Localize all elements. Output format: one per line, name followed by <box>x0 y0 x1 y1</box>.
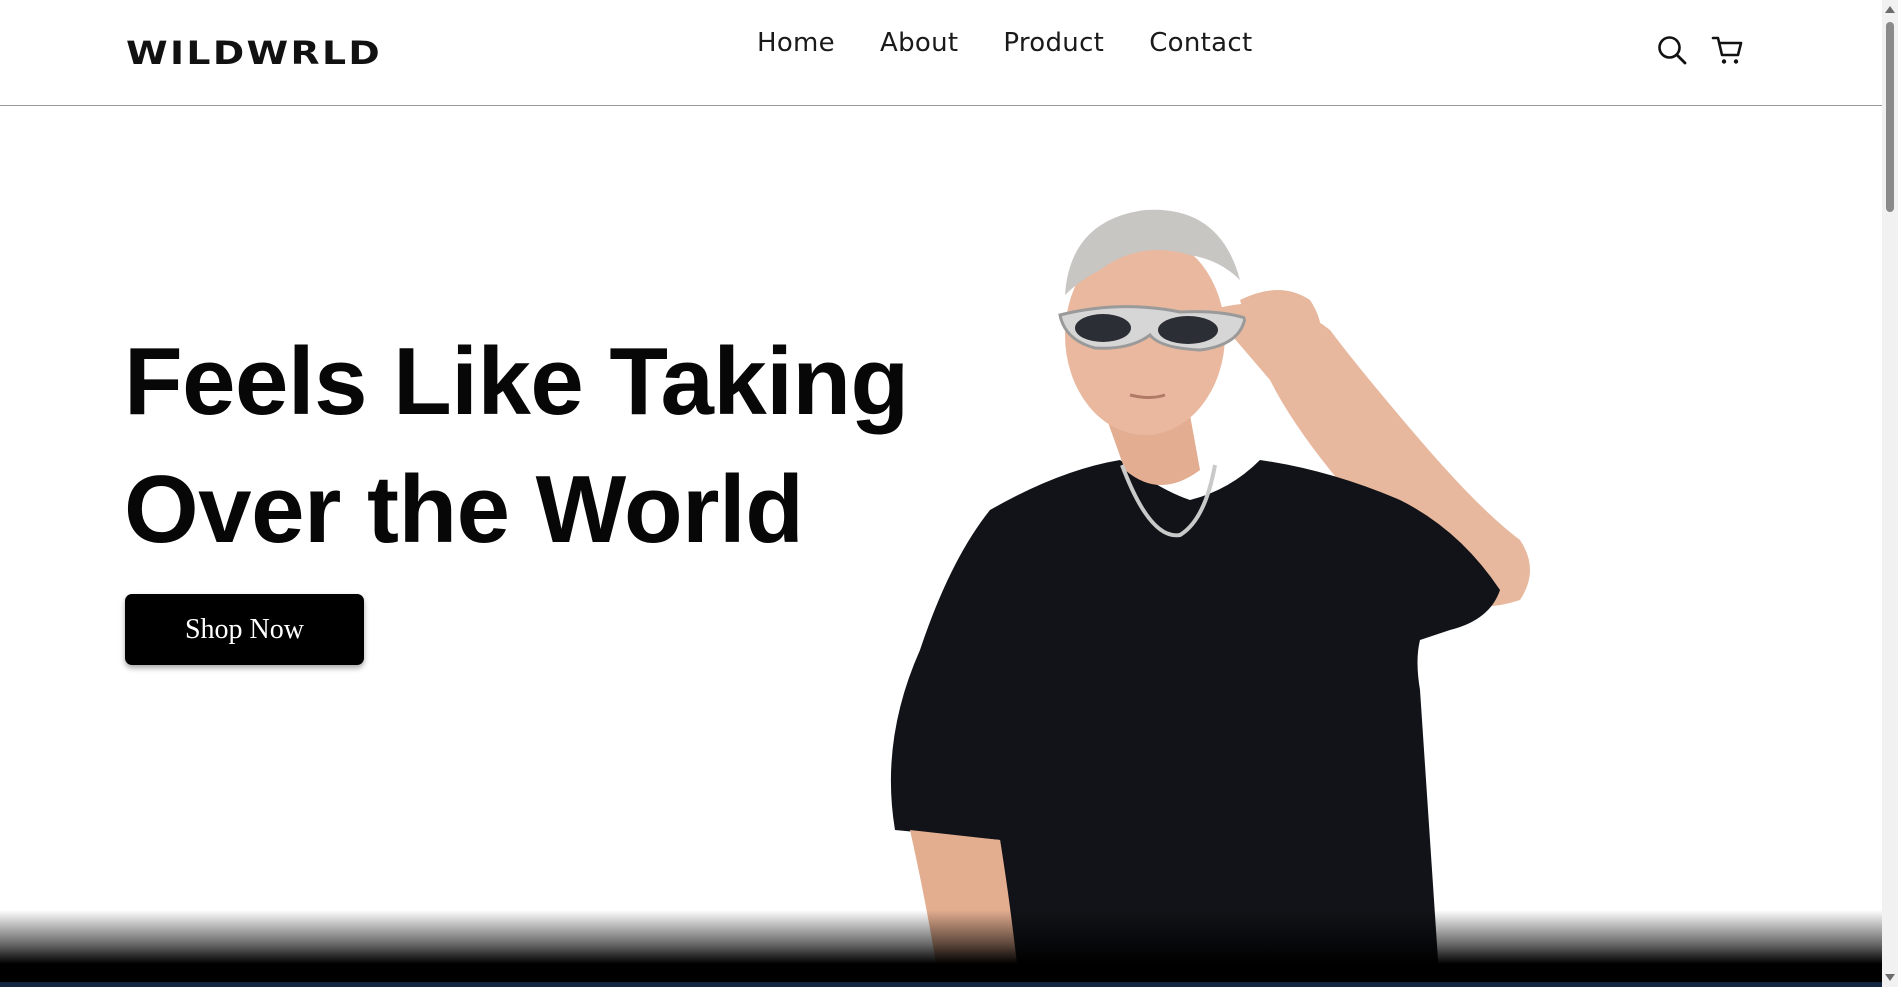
nav-item-about[interactable]: About <box>880 28 958 58</box>
hero-title-line-1: Feels Like Taking <box>124 328 909 435</box>
bottom-fade <box>0 910 1882 987</box>
scroll-up-arrow-icon[interactable] <box>1885 6 1895 13</box>
main-nav: Home About Product Contact <box>757 28 1252 58</box>
hero-title: Feels Like Taking Over the World <box>124 318 944 574</box>
search-icon <box>1658 36 1687 65</box>
nav-item-product[interactable]: Product <box>1003 28 1104 58</box>
search-button[interactable] <box>1654 32 1690 68</box>
scroll-down-arrow-icon[interactable] <box>1885 974 1895 981</box>
page: WILDWRLD Home About Product Contact Feel… <box>0 0 1898 987</box>
cart-icon <box>1711 36 1743 64</box>
scrollbar-thumb[interactable] <box>1886 22 1894 212</box>
hero-model-image <box>890 209 1530 987</box>
site-header: WILDWRLD Home About Product Contact <box>0 0 1882 106</box>
hero-title-line-2: Over the World <box>124 456 804 563</box>
cart-button[interactable] <box>1710 32 1746 68</box>
nav-item-home[interactable]: Home <box>757 28 835 58</box>
brand-logo[interactable]: WILDWRLD <box>126 34 382 72</box>
shop-now-button[interactable]: Shop Now <box>125 594 364 665</box>
vertical-scrollbar[interactable] <box>1882 0 1898 987</box>
nav-item-contact[interactable]: Contact <box>1149 28 1252 58</box>
bottom-border <box>0 982 1882 987</box>
